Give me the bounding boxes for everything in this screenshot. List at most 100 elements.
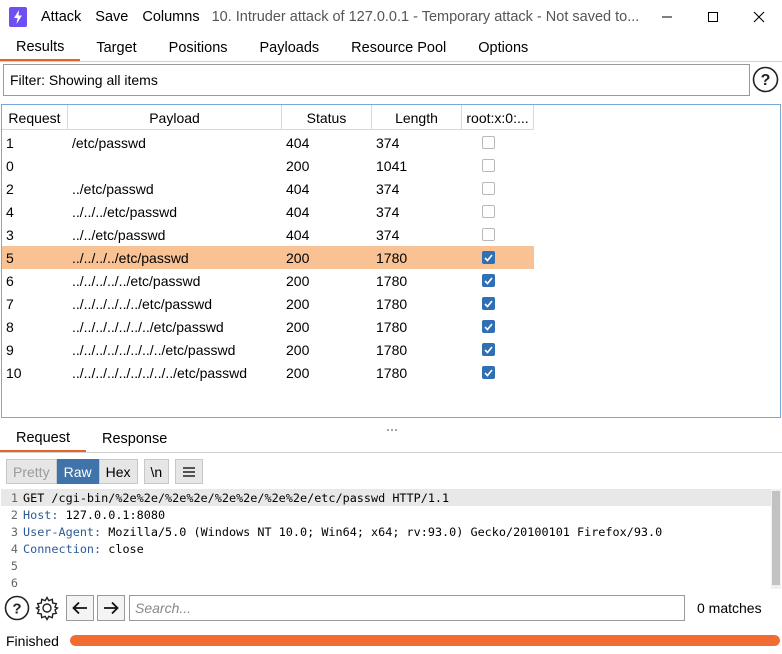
table-row[interactable]: 10 ../../../../../../../../../etc/passwd 2…	[2, 361, 534, 384]
table-row[interactable]: 9 ../../../../../../../../etc/passwd 200 17…	[2, 338, 534, 361]
tab-positions[interactable]: Positions	[153, 34, 244, 61]
cell-length: 1041	[376, 157, 408, 174]
cell-payload	[68, 154, 282, 177]
column-payload[interactable]: Payload	[68, 105, 282, 130]
previous-match-button[interactable]	[66, 595, 94, 621]
column-request[interactable]: Request	[2, 105, 68, 130]
column-length[interactable]: Length	[372, 105, 462, 130]
match-checkbox	[481, 136, 495, 149]
hex-button[interactable]: Hex	[98, 459, 138, 484]
hamburger-menu-icon	[183, 466, 196, 477]
table-row[interactable]: 5 ../../../../etc/passwd 200 1780	[2, 246, 534, 269]
search-input[interactable]	[129, 595, 685, 621]
burp-app-icon	[9, 7, 27, 27]
search-help-button[interactable]: ?	[3, 594, 31, 622]
tab-options[interactable]: Options	[462, 34, 544, 61]
cell-request: 3	[6, 226, 14, 243]
search-settings-button[interactable]	[33, 594, 61, 622]
cell-request: 0	[6, 157, 14, 174]
editor-scrollbar[interactable]	[771, 489, 781, 589]
request-editor[interactable]: 1 GET /cgi-bin/%2e%2e/%2e%2e/%2e%2e/%2e%2…	[1, 489, 781, 590]
svg-text:?: ?	[761, 72, 771, 89]
next-match-button[interactable]	[97, 595, 125, 621]
gear-icon	[35, 596, 59, 621]
raw-button[interactable]: Raw	[56, 459, 99, 484]
menu-save[interactable]: Save	[95, 9, 128, 25]
match-checkbox	[481, 320, 495, 333]
help-button[interactable]: ?	[752, 66, 779, 93]
cell-request: 9	[6, 341, 14, 358]
line-number: 4	[10, 541, 18, 556]
title-bar: Attack Save Columns 10. Intruder attack …	[0, 0, 782, 34]
cell-root-match	[462, 315, 534, 338]
cell-status: 200	[286, 318, 310, 335]
help-icon: ?	[4, 595, 30, 621]
close-button[interactable]	[736, 0, 782, 34]
line-text: Mozilla/5.0 (Windows NT 10.0; Win64; x64…	[101, 524, 663, 539]
table-row[interactable]: 2 ../etc/passwd 404 374	[2, 177, 534, 200]
cell-status: 200	[286, 341, 310, 358]
message-tabs: Request Response	[0, 426, 782, 453]
match-checkbox	[481, 297, 495, 310]
header-name: Connection:	[23, 541, 102, 556]
cell-status: 404	[286, 134, 310, 151]
table-row[interactable]: 4 ../../../etc/passwd 404 374	[2, 200, 534, 223]
editor-scrollbar-thumb[interactable]	[772, 491, 780, 585]
table-row[interactable]: 0 200 1041	[2, 154, 534, 177]
cell-request: 6	[6, 272, 14, 289]
table-row[interactable]: 1/etc/passwd 404 374	[2, 131, 534, 154]
help-icon: ?	[752, 66, 779, 93]
table-header: Request Payload Status Length root:x:0:.…	[2, 105, 534, 130]
menu-button[interactable]	[175, 459, 204, 484]
line-number: 2	[10, 507, 18, 522]
cell-length: 374	[376, 180, 400, 197]
tab-results[interactable]: Results	[0, 34, 81, 61]
cell-payload: ../etc/passwd	[72, 180, 154, 197]
minimize-button[interactable]	[644, 0, 690, 34]
tab-payloads[interactable]: Payloads	[244, 34, 336, 61]
cell-request: 1	[6, 134, 14, 151]
cell-root-match	[462, 361, 534, 384]
maximize-button[interactable]	[690, 0, 736, 34]
cell-payload: ../../../../etc/passwd	[72, 249, 189, 266]
attack-tabs: Results Target Positions Payloads Resour…	[0, 34, 782, 62]
attack-progress-fill	[70, 635, 780, 646]
match-checkbox	[481, 251, 495, 264]
cell-root-match	[462, 131, 534, 154]
menu-attack[interactable]: Attack	[41, 9, 81, 25]
cell-status: 404	[286, 226, 310, 243]
cell-length: 1780	[376, 341, 408, 358]
results-table: Request Payload Status Length root:x:0:.…	[1, 104, 781, 418]
pretty-button[interactable]: Pretty	[6, 459, 57, 484]
cell-root-match	[462, 338, 534, 361]
column-status[interactable]: Status	[282, 105, 372, 130]
cell-request: 2	[6, 180, 14, 197]
line-number: 6	[10, 575, 18, 590]
cell-length: 1780	[376, 272, 408, 289]
cell-status: 404	[286, 180, 310, 197]
header-name: User-Agent:	[23, 524, 102, 539]
table-row[interactable]: 6 ../../../../../etc/passwd 200 1780	[2, 269, 534, 292]
table-row[interactable]: 3 ../../etc/passwd 404 374	[2, 223, 534, 246]
tab-target[interactable]: Target	[80, 34, 152, 61]
status-bar: Finished	[0, 628, 782, 654]
menu-columns[interactable]: Columns	[142, 9, 199, 25]
cell-payload: ../../../../../../../etc/passwd	[72, 318, 224, 335]
newline-toggle-button[interactable]: \n	[143, 459, 170, 484]
table-row[interactable]: 7 ../../../../../../etc/passwd 200 1780	[2, 292, 534, 315]
editor-line: 5	[1, 557, 781, 574]
tab-response[interactable]: Response	[86, 426, 183, 452]
column-root-grep[interactable]: root:x:0:...	[462, 105, 534, 130]
match-count: 0 matches	[697, 600, 762, 616]
cell-root-match	[462, 200, 534, 223]
line-text: 127.0.0.1:8080	[58, 507, 166, 522]
tab-request[interactable]: Request	[0, 426, 87, 452]
editor-line: 1 GET /cgi-bin/%2e%2e/%2e%2e/%2e%2e/%2e%2…	[1, 489, 781, 506]
table-row[interactable]: 8 ../../../../../../../etc/passwd 200 1780	[2, 315, 534, 338]
cell-length: 1780	[376, 249, 408, 266]
filter-bar[interactable]: Filter: Showing all items	[3, 64, 750, 96]
minimize-icon	[662, 16, 672, 18]
cell-request: 10	[6, 364, 22, 381]
tab-resource-pool[interactable]: Resource Pool	[335, 34, 462, 61]
match-checkbox	[481, 366, 495, 379]
